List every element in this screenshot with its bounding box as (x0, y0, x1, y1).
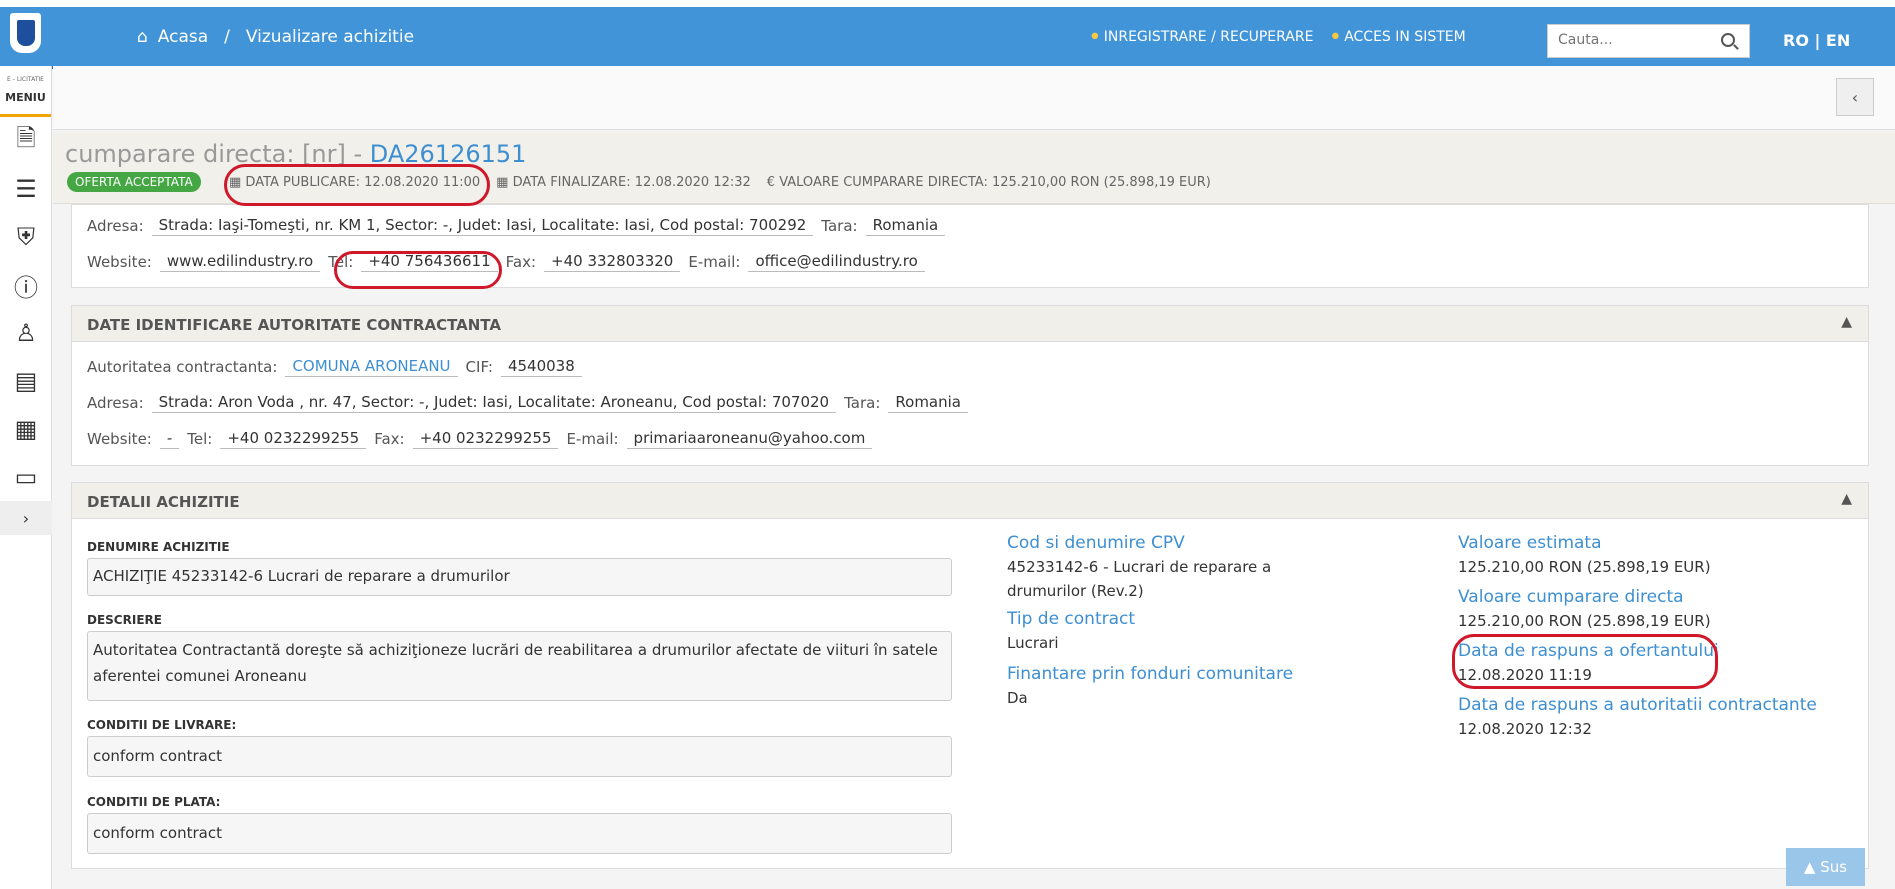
delivery-field: conform contract (87, 736, 952, 777)
finalize-date: DATA FINALIZARE: 12.08.2020 12:32 (512, 175, 751, 190)
id-card-icon[interactable]: ▤ (0, 357, 52, 405)
help-icon[interactable]: ⓘ (0, 261, 52, 309)
document-icon[interactable]: 🗎 (0, 117, 52, 165)
authority-address-row: Adresa: Strada: Aron Voda , nr. 47, Sect… (87, 392, 968, 413)
details-heading: DETALII ACHIZITIE (72, 483, 1868, 519)
sub-toolbar (53, 66, 1895, 130)
lock-icon: ⚫ (1329, 29, 1342, 45)
annotation-circle-bidder-reply (1452, 634, 1718, 689)
authority-reply-label: Data de raspuns a autoritatii contractan… (1458, 695, 1817, 715)
authority-panel: DATE IDENTIFICARE AUTORITATE CONTRACTANT… (71, 305, 1869, 466)
lock-icon: ⚫ (1089, 29, 1101, 45)
authority-contact-row: Website: - Tel: +40 0232299255 Fax: +40 … (87, 428, 873, 449)
menu-label[interactable]: MENIU (0, 91, 51, 117)
cpv-label: Cod si denumire CPV (1007, 533, 1185, 553)
language-switch[interactable]: RO | EN (1783, 31, 1850, 50)
authority-email[interactable]: primariaaroneanu@yahoo.com (626, 428, 873, 449)
contract-type-value: Lucrari (1007, 634, 1059, 652)
authority-heading: DATE IDENTIFICARE AUTORITATE CONTRACTANT… (72, 306, 1868, 342)
payment-field: conform contract (87, 813, 952, 854)
direct-value: 125.210,00 RON (25.898,19 EUR) (1458, 612, 1711, 630)
collapse-panel-button[interactable]: ‹ (1836, 78, 1874, 116)
expand-menu-icon[interactable]: › (0, 501, 52, 535)
contract-type-label: Tip de contract (1007, 609, 1136, 629)
breadcrumb-separator: / (224, 27, 230, 47)
annotation-circle-publish-date (224, 164, 490, 206)
supplier-website[interactable]: www.edilindustry.ro (159, 251, 321, 272)
archive-icon[interactable]: ▦ (0, 405, 52, 453)
supplier-email[interactable]: office@edilindustry.ro (748, 251, 925, 272)
top-bar: ⌂ Acasa / Vizualizare achizitie ⚫ INREGIS… (0, 0, 1895, 69)
breadcrumb: ⌂ Acasa / Vizualizare achizitie (137, 27, 414, 47)
side-menu: E - LICITATIE MENIU 🗎 ☰ ⛨ ⓘ ♙ ▤ ▦ ▭ › (0, 66, 52, 889)
login-link[interactable]: ⚫ ACCES IN SISTEM (1329, 29, 1465, 45)
delivery-label: CONDITII DE LIVRARE: (87, 718, 237, 732)
sidebar-brand: E - LICITATIE (7, 76, 44, 83)
calendar-icon: ▦ DATA FINALIZARE: 12.08.2020 12:32 (496, 175, 751, 190)
chevron-up-icon: ▲ (1803, 858, 1821, 876)
list-export-icon[interactable]: ☰ (0, 165, 52, 213)
description-label: DESCRIERE (87, 613, 162, 627)
cpv-value: 45233142-6 - Lucrari de reparare a drumu… (1007, 558, 1272, 600)
authority-name-row: Autoritatea contractanta: COMUNA ARONEAN… (87, 356, 582, 377)
eu-funds-value: Da (1007, 689, 1028, 707)
status-badge: OFERTA ACCEPTATA (67, 172, 201, 192)
breadcrumb-home[interactable]: Acasa (158, 27, 208, 47)
eu-funds-label: Finantare prin fonduri comunitare (1007, 664, 1294, 684)
direct-value-label: Valoare cumparare directa (1458, 587, 1684, 607)
description-field: Autoritatea Contractantă doreşte să achi… (87, 631, 952, 701)
search-box (1547, 24, 1750, 58)
chat-icon[interactable]: ▭ (0, 453, 52, 501)
search-input[interactable] (1558, 32, 1708, 48)
supplier-contact-row: Website: www.edilindustry.ro Tel: +40 75… (87, 251, 925, 272)
authority-reply-date: 12.08.2020 12:32 (1458, 720, 1592, 738)
person-money-icon[interactable]: ♙ (0, 309, 52, 357)
home-icon[interactable]: ⌂ (137, 27, 148, 47)
payment-label: CONDITII DE PLATA: (87, 795, 221, 809)
search-icon[interactable] (1721, 33, 1735, 47)
chevron-up-icon[interactable]: ▲ (1841, 314, 1852, 330)
auth-links: ⚫ INREGISTRARE / RECUPERARE ⚫ ACCES IN SIS… (1089, 29, 1466, 45)
annotation-circle-tel (334, 251, 502, 289)
breadcrumb-current: Vizualizare achizitie (245, 27, 415, 47)
site-logo[interactable] (10, 13, 41, 53)
supplier-address-row: Adresa: Strada: Iaşi-Tomeşti, nr. KM 1, … (87, 215, 946, 236)
authority-name-link[interactable]: COMUNA ARONEANU (285, 356, 458, 377)
shield-check-icon[interactable]: ⛨ (0, 213, 52, 261)
estimated-value: 125.210,00 RON (25.898,19 EUR) (1458, 558, 1711, 576)
estimated-value-label: Valoare estimata (1458, 533, 1602, 553)
direct-purchase-value: € VALOARE CUMPARARE DIRECTA: 125.210,00 … (766, 175, 1211, 190)
chevron-up-icon[interactable]: ▲ (1841, 491, 1852, 507)
name-field: ACHIZIŢIE 45233142-6 Lucrari de reparare… (87, 558, 952, 596)
name-label: DENUMIRE ACHIZITIE (87, 540, 230, 554)
register-link[interactable]: ⚫ INREGISTRARE / RECUPERARE (1089, 29, 1313, 45)
scroll-top-button[interactable]: ▲ Sus (1786, 848, 1865, 886)
